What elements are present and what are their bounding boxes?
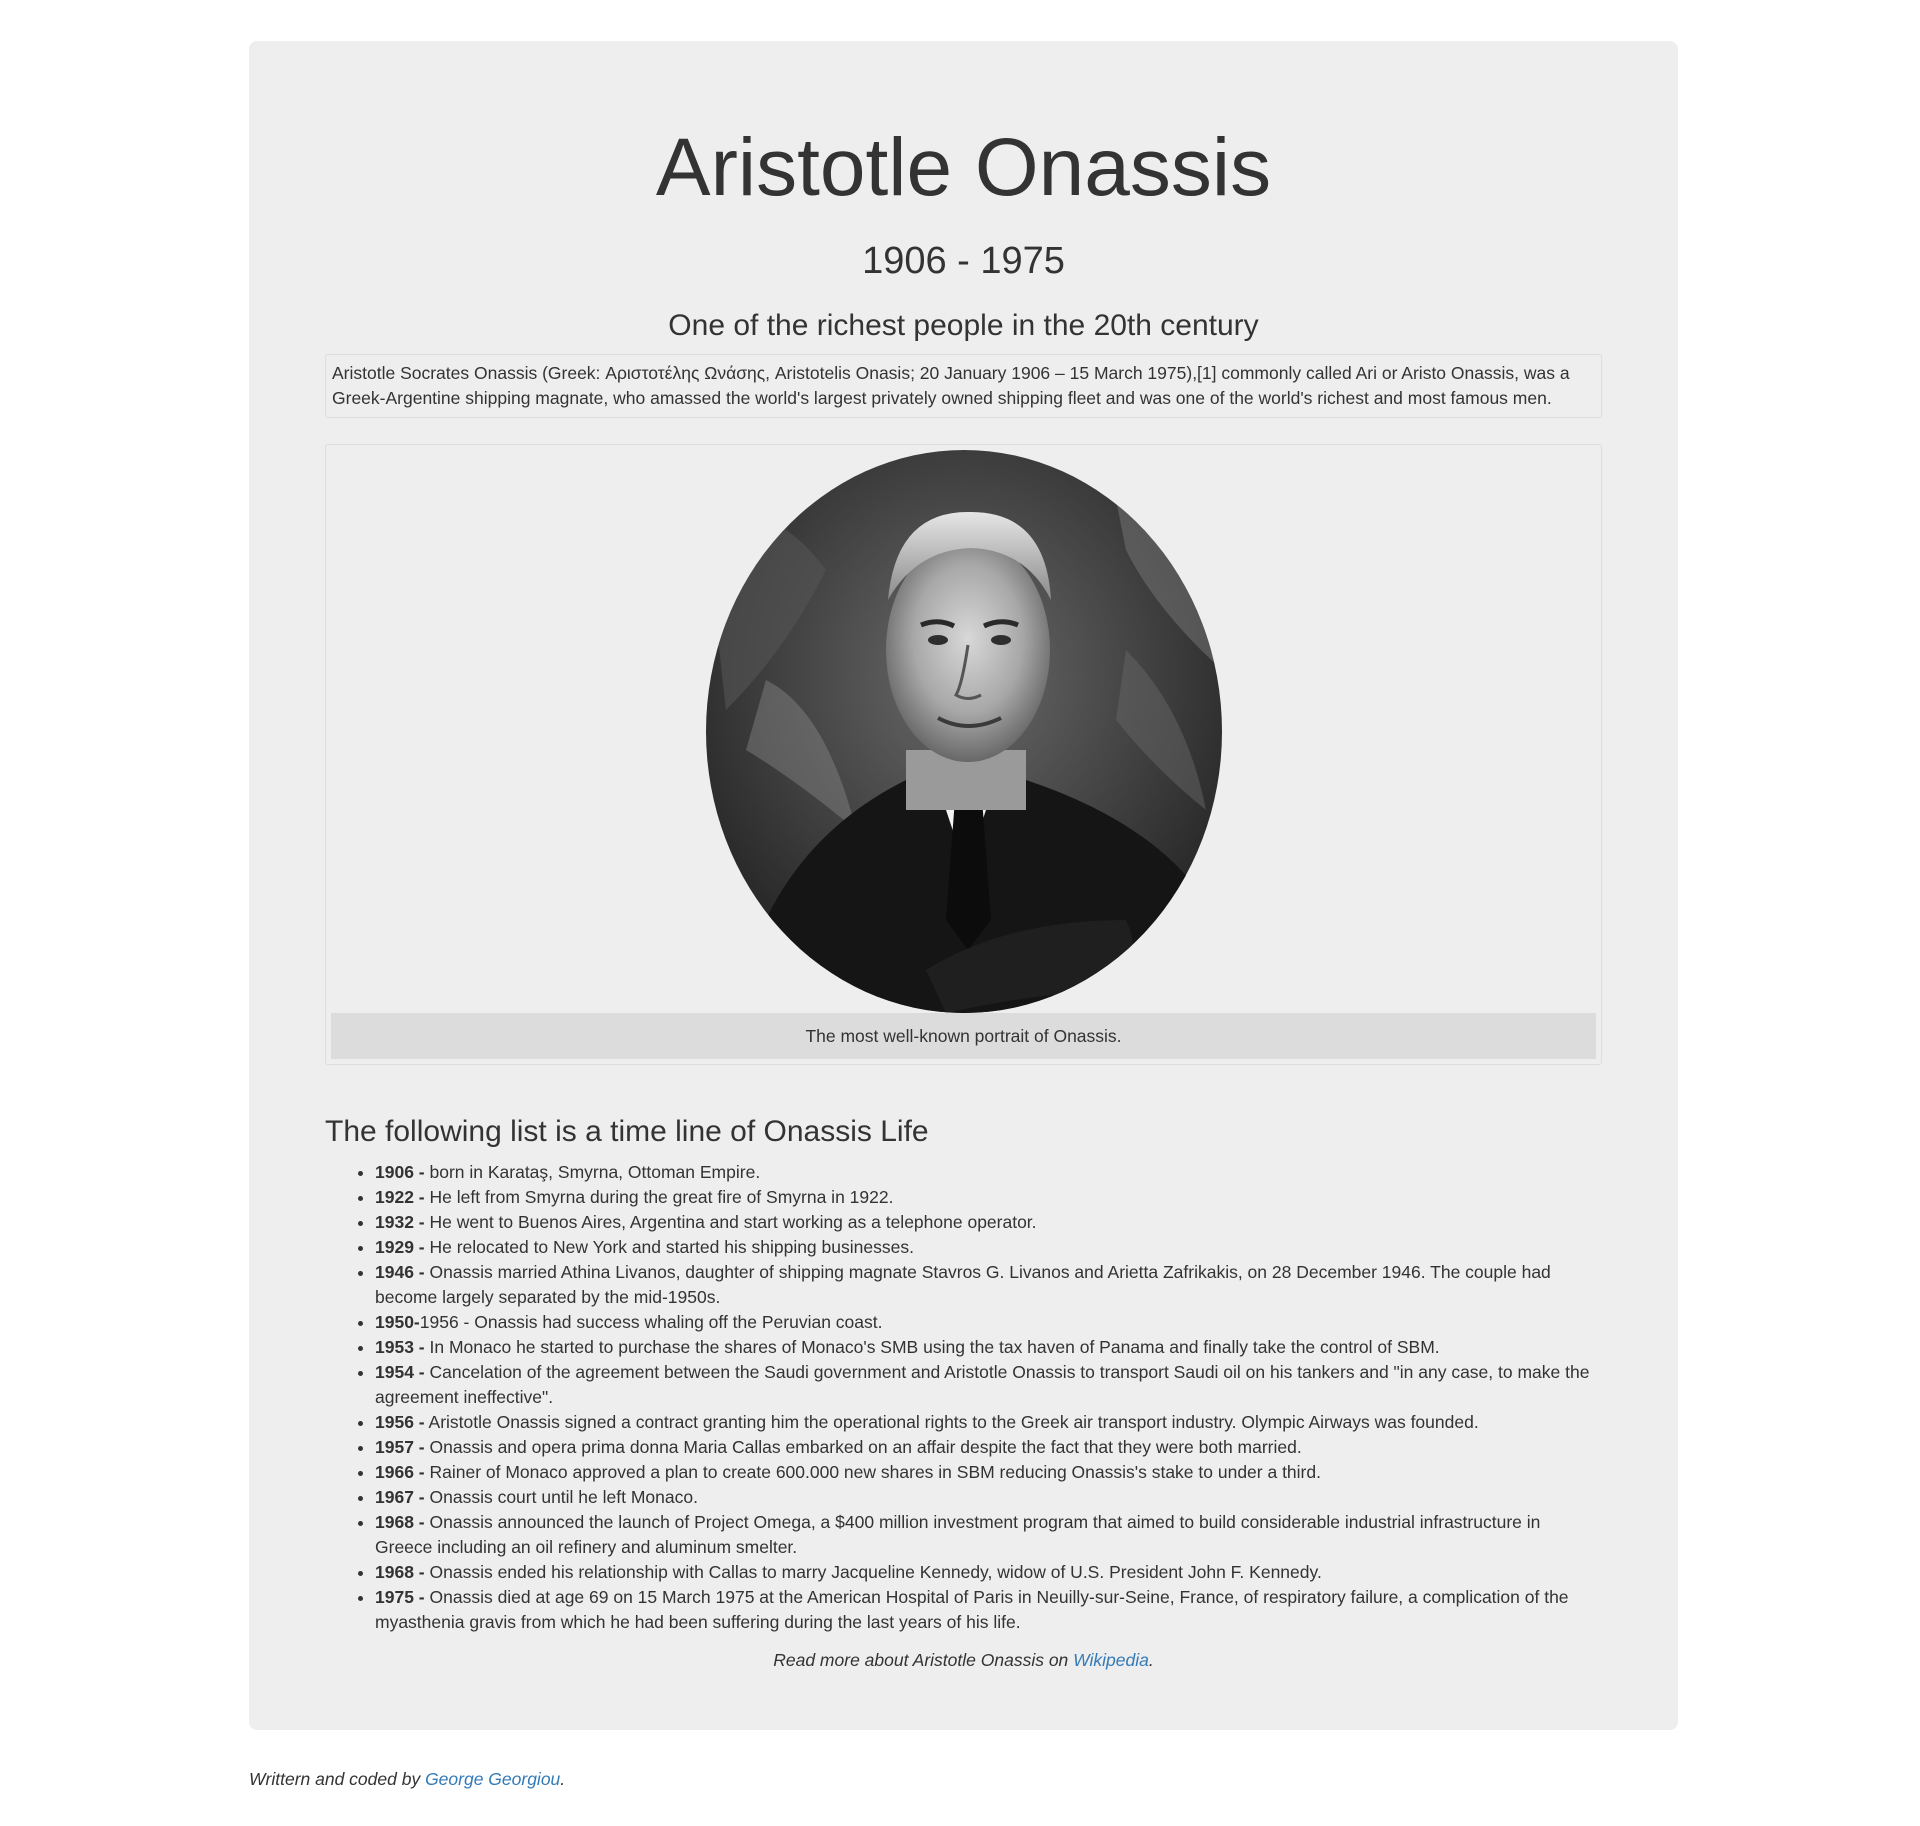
- timeline-year: 1957 -: [375, 1436, 425, 1457]
- timeline-item: 1929 - He relocated to New York and star…: [375, 1235, 1602, 1260]
- timeline-year: 1922 -: [375, 1186, 425, 1207]
- timeline-text: Onassis court until he left Monaco.: [424, 1486, 698, 1507]
- page-title: Aristotle Onassis: [655, 122, 1272, 213]
- timeline-text: 1956 - Onassis had success whaling off t…: [419, 1311, 883, 1332]
- life-years: 1906 - 1975: [862, 240, 1065, 283]
- timeline-text: He left from Smyrna during the great fir…: [424, 1186, 894, 1207]
- footer-prefix: Writtern and coded by: [249, 1769, 426, 1789]
- portrait-image: [705, 449, 1222, 1013]
- timeline-heading: The following list is a time line of Ona…: [325, 1114, 929, 1148]
- timeline-text: Onassis announced the launch of Project …: [375, 1511, 1541, 1557]
- wikipedia-link[interactable]: Wikipedia: [1073, 1650, 1149, 1670]
- page-subtitle: One of the richest people in the 20th ce…: [668, 308, 1259, 342]
- timeline-text: He relocated to New York and started his…: [424, 1236, 914, 1257]
- timeline-year: 1966 -: [375, 1461, 425, 1482]
- timeline-list: 1906 - born in Karataş, Smyrna, Ottoman …: [325, 1160, 1602, 1635]
- timeline-text: In Monaco he started to purchase the sha…: [424, 1336, 1440, 1357]
- main-container: Aristotle Onassis 1906 - 1975 One of the…: [249, 41, 1678, 1730]
- read-more-prefix: Read more about Aristotle Onassis on: [773, 1649, 1074, 1670]
- timeline-item: 1953 - In Monaco he started to purchase …: [375, 1335, 1602, 1360]
- timeline-item: 1906 - born in Karataş, Smyrna, Ottoman …: [375, 1160, 1602, 1185]
- timeline-item: 1946 - Onassis married Athina Livanos, d…: [375, 1260, 1602, 1310]
- footer-suffix: .: [560, 1769, 566, 1789]
- timeline-year: 1906 -: [375, 1161, 425, 1182]
- timeline-item: 1967 - Onassis court until he left Monac…: [375, 1485, 1602, 1510]
- timeline-text: Onassis died at age 69 on 15 March 1975 …: [375, 1586, 1569, 1632]
- timeline-text: Rainer of Monaco approved a plan to crea…: [424, 1461, 1321, 1482]
- author-link[interactable]: George Georgiou: [425, 1769, 560, 1789]
- timeline-year: 1946 -: [375, 1261, 425, 1282]
- timeline-item: 1966 - Rainer of Monaco approved a plan …: [375, 1460, 1602, 1485]
- timeline-year: 1956 -: [375, 1411, 425, 1432]
- timeline-year: 1950-: [375, 1311, 420, 1332]
- timeline-item: 1975 - Onassis died at age 69 on 15 Marc…: [375, 1585, 1602, 1635]
- timeline-year: 1954 -: [375, 1361, 425, 1382]
- timeline-year: 1929 -: [375, 1236, 425, 1257]
- timeline-item: 1968 - Onassis ended his relationship wi…: [375, 1560, 1602, 1585]
- timeline-item: 1954 - Cancelation of the agreement betw…: [375, 1360, 1602, 1410]
- timeline-text: born in Karataş, Smyrna, Ottoman Empire.: [424, 1161, 761, 1182]
- timeline-item: 1956 - Aristotle Onassis signed a contra…: [375, 1410, 1602, 1435]
- portrait-thumbnail: The most well-known portrait of Onassis.: [325, 443, 1602, 1065]
- timeline-year: 1967 -: [375, 1486, 425, 1507]
- timeline-text: Aristotle Onassis signed a contract gran…: [424, 1411, 1479, 1432]
- timeline-item: 1932 - He went to Buenos Aires, Argentin…: [375, 1210, 1602, 1235]
- timeline-item: 1950-1956 - Onassis had success whaling …: [375, 1310, 1602, 1335]
- timeline-item: 1957 - Onassis and opera prima donna Mar…: [375, 1435, 1602, 1460]
- read-more: Read more about Aristotle Onassis on Wik…: [325, 1648, 1602, 1673]
- timeline-text: Onassis ended his relationship with Call…: [424, 1561, 1322, 1582]
- read-more-suffix: .: [1148, 1649, 1154, 1670]
- portrait-caption: The most well-known portrait of Onassis.: [331, 1012, 1596, 1059]
- timeline-year: 1953 -: [375, 1336, 425, 1357]
- timeline-item: 1922 - He left from Smyrna during the gr…: [375, 1185, 1602, 1210]
- timeline-year: 1968 -: [375, 1561, 425, 1582]
- footer: Writtern and coded by George Georgiou.: [249, 1767, 565, 1792]
- intro-well: Aristotle Socrates Onassis (Greek: Αριστ…: [325, 353, 1602, 418]
- timeline-text: Onassis married Athina Livanos, daughter…: [375, 1261, 1551, 1307]
- timeline-text: He went to Buenos Aires, Argentina and s…: [424, 1211, 1037, 1232]
- portrait-wrap: [331, 449, 1596, 1013]
- timeline-item: 1968 - Onassis announced the launch of P…: [375, 1510, 1602, 1560]
- timeline-year: 1932 -: [375, 1211, 425, 1232]
- timeline-year: 1975 -: [375, 1586, 425, 1607]
- timeline-year: 1968 -: [375, 1511, 425, 1532]
- timeline-text: Cancelation of the agreement between the…: [375, 1361, 1590, 1407]
- timeline-text: Onassis and opera prima donna Maria Call…: [424, 1436, 1302, 1457]
